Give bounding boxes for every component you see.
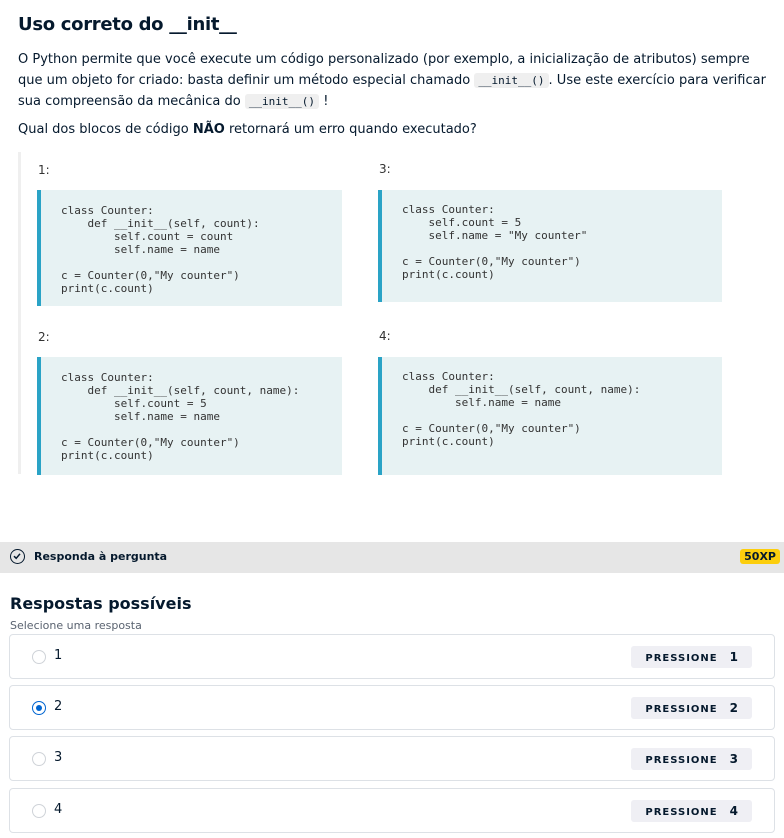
responses-subtitle: Selecione uma resposta xyxy=(10,619,142,632)
keyboard-shortcut-badge: PRESSIONE 2 xyxy=(631,697,752,719)
exercise-question: Qual dos blocos de código NÃO retornará … xyxy=(18,119,770,140)
options-divider xyxy=(18,152,21,474)
radio-button[interactable] xyxy=(32,650,46,664)
answer-bar-label: Responda à pergunta xyxy=(34,550,168,563)
check-circle-icon xyxy=(10,549,25,564)
code-text-4: class Counter: def __init__(self, count,… xyxy=(402,370,641,448)
option-number-3: 3: xyxy=(379,162,391,176)
shortcut-key: 1 xyxy=(729,650,738,664)
choice-option-4[interactable]: 4 PRESSIONE 4 xyxy=(9,788,775,833)
intro-text-3: ! xyxy=(323,94,329,109)
inline-code-init-2: __init__() xyxy=(244,94,320,109)
choice-label: 1 xyxy=(54,648,63,663)
option-number-4: 4: xyxy=(379,329,391,343)
exercise-title: Uso correto do __init__ xyxy=(18,14,237,35)
shortcut-key: 3 xyxy=(729,752,738,766)
inline-code-init: __init__() xyxy=(474,73,549,88)
answer-bar: Responda à pergunta 50XP xyxy=(0,542,784,573)
choice-option-1[interactable]: 1 PRESSIONE 1 xyxy=(9,634,775,679)
exercise-intro: O Python permite que você execute um cód… xyxy=(18,49,770,112)
code-text-1: class Counter: def __init__(self, count)… xyxy=(61,204,260,295)
code-text-3: class Counter: self.count = 5 self.name … xyxy=(402,203,588,281)
choice-option-2[interactable]: 2 PRESSIONE 2 xyxy=(9,685,775,730)
choice-option-3[interactable]: 3 PRESSIONE 3 xyxy=(9,736,775,781)
shortcut-text: PRESSIONE xyxy=(645,653,718,664)
choice-label: 3 xyxy=(54,750,63,765)
code-block-2: class Counter: def __init__(self, count,… xyxy=(37,357,342,475)
responses-title: Respostas possíveis xyxy=(10,594,192,613)
code-block-3: class Counter: self.count = 5 self.name … xyxy=(378,190,722,302)
shortcut-text: PRESSIONE xyxy=(645,755,718,766)
xp-badge: 50XP xyxy=(740,549,780,564)
code-block-4: class Counter: def __init__(self, count,… xyxy=(378,357,722,475)
radio-button-selected[interactable] xyxy=(32,701,46,715)
shortcut-key: 2 xyxy=(729,701,738,715)
choice-label: 4 xyxy=(54,802,63,817)
radio-button[interactable] xyxy=(32,752,46,766)
shortcut-key: 4 xyxy=(729,804,738,818)
keyboard-shortcut-badge: PRESSIONE 1 xyxy=(631,646,752,668)
question-text-2: retornará um erro quando executado? xyxy=(224,122,477,137)
keyboard-shortcut-badge: PRESSIONE 4 xyxy=(631,800,752,822)
radio-button[interactable] xyxy=(32,804,46,818)
choice-label: 2 xyxy=(54,699,63,714)
question-text-1: Qual dos blocos de código xyxy=(18,122,193,137)
code-block-1: class Counter: def __init__(self, count)… xyxy=(37,190,342,306)
keyboard-shortcut-badge: PRESSIONE 3 xyxy=(631,748,752,770)
shortcut-text: PRESSIONE xyxy=(645,704,718,715)
option-number-1: 1: xyxy=(38,163,50,177)
option-number-2: 2: xyxy=(38,330,50,344)
shortcut-text: PRESSIONE xyxy=(645,807,718,818)
code-text-2: class Counter: def __init__(self, count,… xyxy=(61,371,300,462)
question-emphasis: NÃO xyxy=(192,122,225,137)
